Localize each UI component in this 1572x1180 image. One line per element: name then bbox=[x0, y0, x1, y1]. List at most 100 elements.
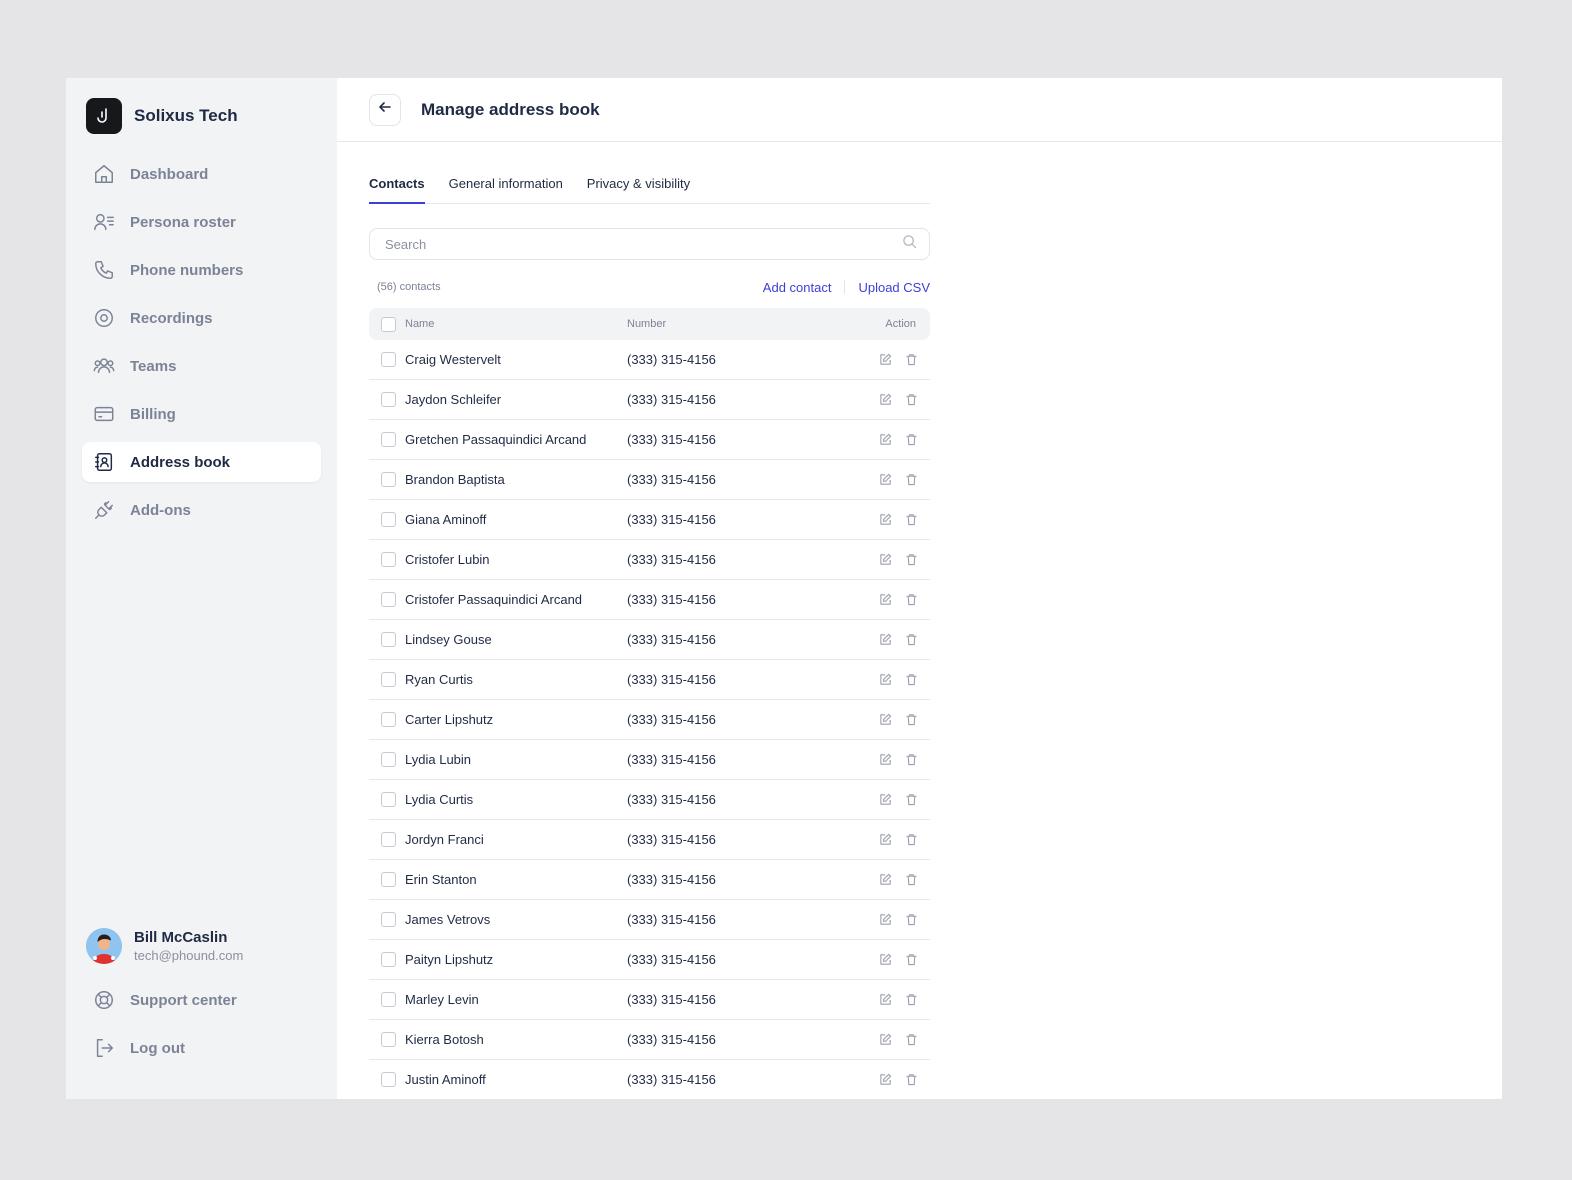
row-checkbox[interactable] bbox=[381, 432, 396, 447]
contact-number: (333) 315-4156 bbox=[627, 912, 716, 927]
tab-privacy-visibility[interactable]: Privacy & visibility bbox=[587, 174, 690, 204]
sidebar-item-recordings[interactable]: Recordings bbox=[82, 298, 321, 338]
contact-number: (333) 315-4156 bbox=[627, 752, 716, 767]
edit-icon[interactable] bbox=[878, 1073, 892, 1087]
row-checkbox[interactable] bbox=[381, 832, 396, 847]
edit-icon[interactable] bbox=[878, 513, 892, 527]
trash-icon[interactable] bbox=[904, 513, 918, 527]
sidebar-item-persona-roster[interactable]: Persona roster bbox=[82, 202, 321, 242]
trash-icon[interactable] bbox=[904, 433, 918, 447]
logout-icon bbox=[92, 1036, 116, 1060]
tab-contacts[interactable]: Contacts bbox=[369, 174, 425, 204]
row-checkbox[interactable] bbox=[381, 352, 396, 367]
edit-icon[interactable] bbox=[878, 473, 892, 487]
edit-icon[interactable] bbox=[878, 833, 892, 847]
contact-number: (333) 315-4156 bbox=[627, 632, 716, 647]
contact-name: Gretchen Passaquindici Arcand bbox=[405, 432, 587, 447]
trash-icon[interactable] bbox=[904, 753, 918, 767]
sidebar-item-dashboard[interactable]: Dashboard bbox=[82, 154, 321, 194]
trash-icon[interactable] bbox=[904, 353, 918, 367]
row-checkbox[interactable] bbox=[381, 672, 396, 687]
search-icon[interactable] bbox=[902, 234, 917, 254]
row-checkbox[interactable] bbox=[381, 512, 396, 527]
trash-icon[interactable] bbox=[904, 873, 918, 887]
add-contact-link[interactable]: Add contact bbox=[763, 280, 832, 295]
sidebar-item-log-out[interactable]: Log out bbox=[82, 1028, 321, 1068]
contact-name: Erin Stanton bbox=[405, 872, 477, 887]
tab-general-information[interactable]: General information bbox=[449, 174, 563, 204]
contact-number: (333) 315-4156 bbox=[627, 392, 716, 407]
contact-name: Ryan Curtis bbox=[405, 672, 473, 687]
row-checkbox[interactable] bbox=[381, 632, 396, 647]
edit-icon[interactable] bbox=[878, 633, 892, 647]
row-checkbox[interactable] bbox=[381, 952, 396, 967]
edit-icon[interactable] bbox=[878, 753, 892, 767]
row-checkbox[interactable] bbox=[381, 752, 396, 767]
edit-icon[interactable] bbox=[878, 953, 892, 967]
sidebar-item-phone-numbers[interactable]: Phone numbers bbox=[82, 250, 321, 290]
search-input[interactable] bbox=[385, 236, 902, 252]
trash-icon[interactable] bbox=[904, 713, 918, 727]
edit-icon[interactable] bbox=[878, 673, 892, 687]
sidebar-item-support-center[interactable]: Support center bbox=[82, 980, 321, 1020]
contact-name: Jordyn Franci bbox=[405, 832, 484, 847]
contact-name: Paityn Lipshutz bbox=[405, 952, 494, 967]
trash-icon[interactable] bbox=[904, 793, 918, 807]
table-row: Jaydon Schleifer (333) 315-4156 bbox=[369, 380, 930, 420]
trash-icon[interactable] bbox=[904, 553, 918, 567]
row-checkbox[interactable] bbox=[381, 472, 396, 487]
edit-icon[interactable] bbox=[878, 593, 892, 607]
edit-icon[interactable] bbox=[878, 993, 892, 1007]
row-checkbox[interactable] bbox=[381, 592, 396, 607]
edit-icon[interactable] bbox=[878, 713, 892, 727]
trash-icon[interactable] bbox=[904, 1033, 918, 1047]
edit-icon[interactable] bbox=[878, 913, 892, 927]
back-button[interactable] bbox=[369, 93, 401, 126]
trash-icon[interactable] bbox=[904, 993, 918, 1007]
sidebar-item-address-book[interactable]: Address book bbox=[82, 442, 321, 482]
row-checkbox[interactable] bbox=[381, 1032, 396, 1047]
sidebar-item-add-ons[interactable]: Add-ons bbox=[82, 490, 321, 530]
edit-icon[interactable] bbox=[878, 793, 892, 807]
page-header: Manage address book bbox=[337, 78, 1502, 142]
edit-icon[interactable] bbox=[878, 353, 892, 367]
trash-icon[interactable] bbox=[904, 913, 918, 927]
contact-name: Lydia Lubin bbox=[405, 752, 472, 767]
row-checkbox[interactable] bbox=[381, 1072, 396, 1087]
edit-icon[interactable] bbox=[878, 553, 892, 567]
user-name: Bill McCaslin bbox=[134, 929, 228, 946]
trash-icon[interactable] bbox=[904, 953, 918, 967]
trash-icon[interactable] bbox=[904, 473, 918, 487]
edit-icon[interactable] bbox=[878, 393, 892, 407]
contact-number: (333) 315-4156 bbox=[627, 592, 716, 607]
edit-icon[interactable] bbox=[878, 433, 892, 447]
upload-csv-link[interactable]: Upload CSV bbox=[858, 280, 930, 295]
contact-number: (333) 315-4156 bbox=[627, 352, 716, 367]
contact-number: (333) 315-4156 bbox=[627, 792, 716, 807]
row-checkbox[interactable] bbox=[381, 992, 396, 1007]
table-row: Lydia Curtis (333) 315-4156 bbox=[369, 780, 930, 820]
select-all-checkbox[interactable] bbox=[381, 316, 396, 332]
row-checkbox[interactable] bbox=[381, 912, 396, 927]
brand[interactable]: Solixus Tech bbox=[86, 98, 238, 134]
row-checkbox[interactable] bbox=[381, 392, 396, 407]
sidebar-item-billing[interactable]: Billing bbox=[82, 394, 321, 434]
row-checkbox[interactable] bbox=[381, 872, 396, 887]
sidebar-item-label: Billing bbox=[130, 405, 176, 423]
main-content: Manage address book Contacts General inf… bbox=[337, 78, 1502, 1099]
user-profile[interactable]: Bill McCaslin tech@phound.com bbox=[86, 928, 243, 964]
edit-icon[interactable] bbox=[878, 1033, 892, 1047]
sidebar-item-teams[interactable]: Teams bbox=[82, 346, 321, 386]
row-checkbox[interactable] bbox=[381, 552, 396, 567]
trash-icon[interactable] bbox=[904, 633, 918, 647]
trash-icon[interactable] bbox=[904, 833, 918, 847]
edit-icon[interactable] bbox=[878, 873, 892, 887]
sidebar-item-label: Teams bbox=[130, 357, 177, 375]
contact-number: (333) 315-4156 bbox=[627, 992, 716, 1007]
trash-icon[interactable] bbox=[904, 393, 918, 407]
row-checkbox[interactable] bbox=[381, 712, 396, 727]
row-checkbox[interactable] bbox=[381, 792, 396, 807]
trash-icon[interactable] bbox=[904, 593, 918, 607]
trash-icon[interactable] bbox=[904, 673, 918, 687]
trash-icon[interactable] bbox=[904, 1073, 918, 1087]
